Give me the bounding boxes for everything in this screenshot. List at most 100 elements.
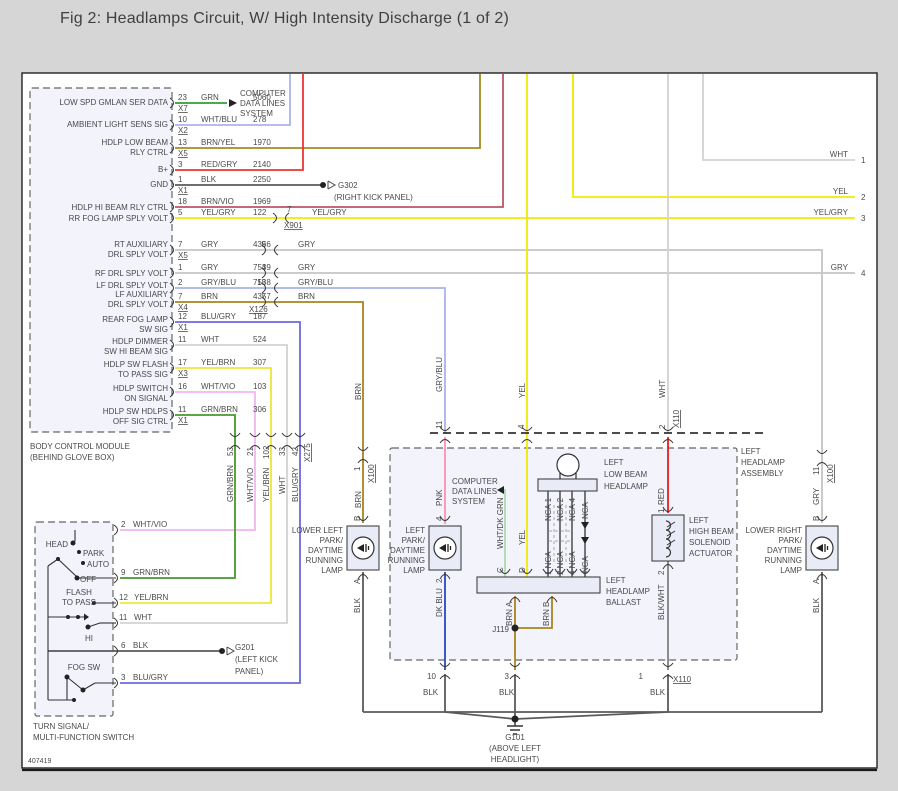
label: LEFT xyxy=(689,516,709,525)
label: RUNNING xyxy=(765,556,802,565)
label: 7 xyxy=(178,240,183,249)
label: DATA LINES xyxy=(240,99,285,108)
label: LAMP xyxy=(321,566,343,575)
label: B xyxy=(812,516,821,521)
label: GRY xyxy=(831,263,849,272)
label: LF DRL SPLY VOLT xyxy=(96,281,168,290)
label: ON SIGNAL xyxy=(124,394,168,403)
label: X1 xyxy=(178,323,188,332)
label: 18 xyxy=(178,197,187,206)
splice-dot xyxy=(56,557,60,561)
label: 2 xyxy=(861,193,866,202)
label: 10 xyxy=(178,115,187,124)
label: WHT xyxy=(201,335,219,344)
label: 3 xyxy=(861,214,866,223)
label: LAMP xyxy=(403,566,425,575)
label: HI xyxy=(85,634,93,643)
label: GRY/BLU xyxy=(201,278,236,287)
label: X901 xyxy=(284,221,303,230)
label: DATA LINES xyxy=(452,487,497,496)
label: RUNNING xyxy=(306,556,343,565)
label: HEAD xyxy=(46,540,68,549)
label: RED/GRY xyxy=(201,160,238,169)
label: PANEL) xyxy=(235,667,264,676)
label: 2 xyxy=(435,578,444,583)
label: BRN xyxy=(542,609,551,626)
left-headlamp-ballast xyxy=(477,577,600,593)
label: MULTI-FUNCTION SWITCH xyxy=(33,733,134,742)
label: 1 xyxy=(639,672,644,681)
label: 2140 xyxy=(253,160,271,169)
label: A xyxy=(812,578,821,584)
label: GRN/BRN xyxy=(226,465,235,502)
splice-dot xyxy=(219,648,225,654)
label: X100 xyxy=(367,464,376,483)
label: DRL SPLY VOLT xyxy=(108,250,168,259)
label: YEL/BRN xyxy=(201,358,235,367)
label: RF DRL SPLY VOLT xyxy=(95,269,168,278)
label: TURN SIGNAL/ xyxy=(33,722,90,731)
label: 11 xyxy=(178,335,187,344)
label: YEL/BRN xyxy=(262,468,271,502)
label: YEL/GRY xyxy=(813,208,848,217)
label: LEFT xyxy=(405,526,425,535)
label: 3 xyxy=(121,673,126,682)
label: A xyxy=(505,601,514,607)
label: LOWER RIGHT xyxy=(746,526,803,535)
label: HEADLAMP xyxy=(606,587,650,596)
label: BRN xyxy=(354,383,363,400)
label: 11 xyxy=(812,466,821,475)
label: X4 xyxy=(178,303,188,312)
label: GRY xyxy=(201,263,219,272)
label: PARK/ xyxy=(402,536,426,545)
label: 5 xyxy=(178,208,183,217)
label: YEL xyxy=(518,382,527,398)
label: GRY xyxy=(812,487,821,505)
label: FOG SW xyxy=(68,663,101,672)
label: BRN/VIO xyxy=(201,197,234,206)
label: 2 xyxy=(658,424,667,429)
label: YEL/BRN xyxy=(134,593,168,602)
label: ACTUATOR xyxy=(689,549,732,558)
label: 6 xyxy=(121,641,126,650)
label: X110 xyxy=(673,675,692,684)
label: 1 xyxy=(353,466,362,471)
label: 1 xyxy=(178,263,183,272)
label: C xyxy=(496,567,505,573)
label: X5 xyxy=(178,251,188,260)
label: SW HI BEAM SIG xyxy=(104,347,168,356)
label: 18 xyxy=(257,278,266,287)
label: BLK xyxy=(499,688,515,697)
label: 3 xyxy=(505,672,510,681)
label: BODY CONTROL MODULE xyxy=(30,442,130,451)
splice-dot xyxy=(71,541,76,546)
label: BRN/YEL xyxy=(201,138,236,147)
label: COMPUTER xyxy=(240,89,286,98)
label: B xyxy=(542,602,551,607)
label: 12 xyxy=(178,312,187,321)
label: 21 xyxy=(246,447,255,456)
label: DK BLU xyxy=(435,588,444,617)
label: RLY CTRL xyxy=(130,148,168,157)
label: WHT/VIO xyxy=(246,468,255,502)
label: BLK xyxy=(133,641,149,650)
label: LOW BEAM xyxy=(604,470,647,479)
label: GRY/BLU xyxy=(435,357,444,392)
splice-dot xyxy=(66,615,70,619)
label: TO PASS xyxy=(62,598,96,607)
label: 10 xyxy=(427,672,436,681)
label: BLU/GRY xyxy=(133,673,169,682)
label: 3 xyxy=(178,160,183,169)
label: RUNNING xyxy=(388,556,425,565)
label: SYSTEM xyxy=(452,497,485,506)
label: PARK/ xyxy=(320,536,344,545)
label: 11 xyxy=(435,420,444,429)
label: 53 xyxy=(226,447,235,456)
label: 1 NCA xyxy=(544,551,553,575)
label: 17 xyxy=(178,358,187,367)
label: 4 xyxy=(435,516,444,521)
label: NCA 4 xyxy=(568,497,577,521)
label: ASSEMBLY xyxy=(741,469,784,478)
label: 9 xyxy=(121,568,126,577)
label: HIGH BEAM xyxy=(689,527,734,536)
